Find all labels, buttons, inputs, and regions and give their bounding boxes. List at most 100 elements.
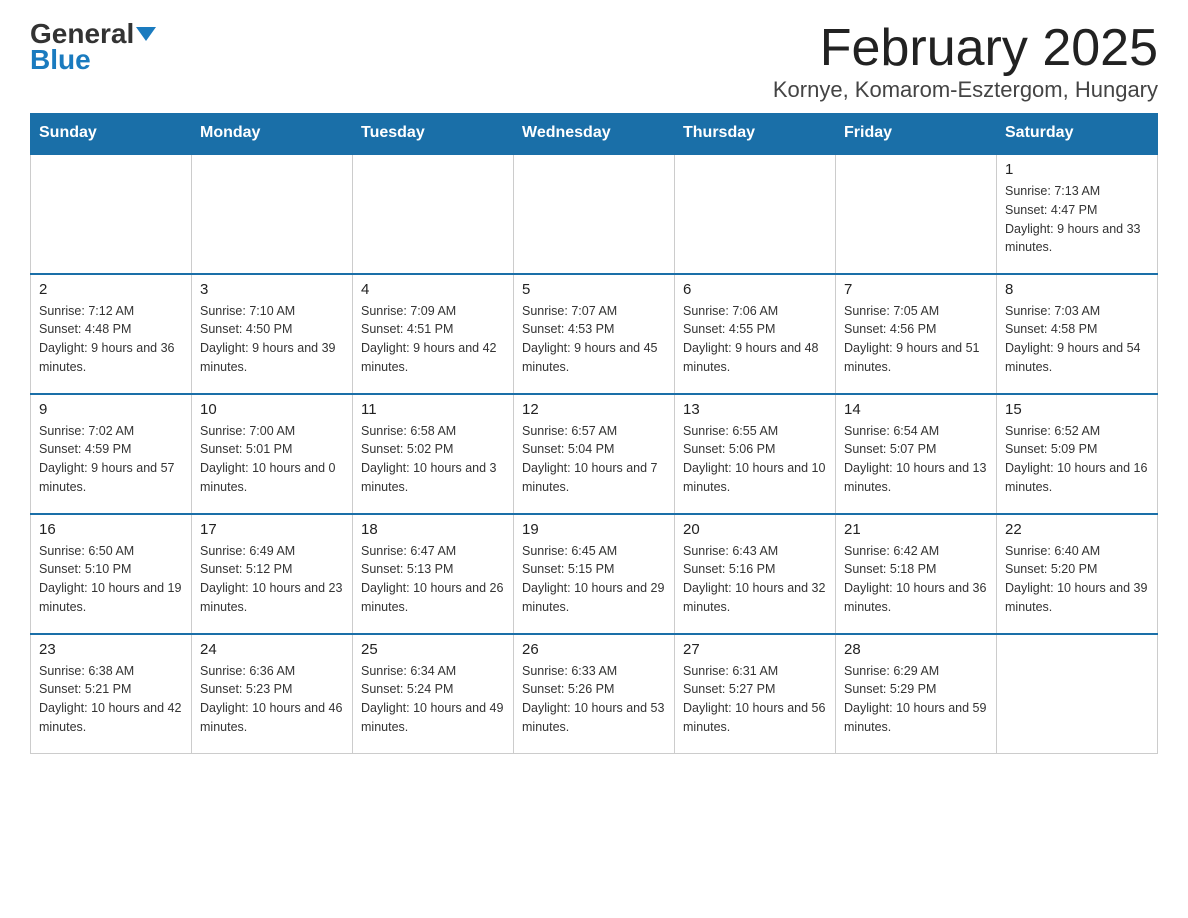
day-info: Sunrise: 6:38 AMSunset: 5:21 PMDaylight:… bbox=[39, 662, 183, 737]
day-number: 10 bbox=[200, 401, 344, 418]
day-number: 12 bbox=[522, 401, 666, 418]
dow-tuesday: Tuesday bbox=[353, 114, 514, 154]
day-number: 14 bbox=[844, 401, 988, 418]
day-info: Sunrise: 7:00 AMSunset: 5:01 PMDaylight:… bbox=[200, 422, 344, 497]
calendar-cell: 28 Sunrise: 6:29 AMSunset: 5:29 PMDayligh… bbox=[836, 634, 997, 754]
day-number: 28 bbox=[844, 641, 988, 658]
day-number: 15 bbox=[1005, 401, 1149, 418]
calendar-cell bbox=[31, 154, 192, 274]
calendar-week-5: 23 Sunrise: 6:38 AMSunset: 5:21 PMDayligh… bbox=[31, 634, 1158, 754]
day-info: Sunrise: 7:07 AMSunset: 4:53 PMDaylight:… bbox=[522, 302, 666, 377]
day-number: 26 bbox=[522, 641, 666, 658]
calendar-week-1: 1Sunrise: 7:13 AMSunset: 4:47 PMDaylight… bbox=[31, 154, 1158, 274]
calendar-cell: 18 Sunrise: 6:47 AMSunset: 5:13 PMDayligh… bbox=[353, 514, 514, 634]
calendar-cell: 17 Sunrise: 6:49 AMSunset: 5:12 PMDayligh… bbox=[192, 514, 353, 634]
day-info: Sunrise: 7:09 AMSunset: 4:51 PMDaylight:… bbox=[361, 302, 505, 377]
day-info: Sunrise: 7:10 AMSunset: 4:50 PMDaylight:… bbox=[200, 302, 344, 377]
calendar-body: 1Sunrise: 7:13 AMSunset: 4:47 PMDaylight… bbox=[31, 154, 1158, 754]
day-number: 4 bbox=[361, 281, 505, 298]
day-info: Sunrise: 6:54 AMSunset: 5:07 PMDaylight:… bbox=[844, 422, 988, 497]
day-info: Sunrise: 6:55 AMSunset: 5:06 PMDaylight:… bbox=[683, 422, 827, 497]
calendar-week-2: 2 Sunrise: 7:12 AMSunset: 4:48 PMDaylight… bbox=[31, 274, 1158, 394]
day-number: 24 bbox=[200, 641, 344, 658]
day-info: Sunrise: 7:05 AMSunset: 4:56 PMDaylight:… bbox=[844, 302, 988, 377]
calendar-cell: 21Sunrise: 6:42 AMSunset: 5:18 PMDayligh… bbox=[836, 514, 997, 634]
day-info: Sunrise: 7:02 AMSunset: 4:59 PMDaylight:… bbox=[39, 422, 183, 497]
calendar-week-3: 9 Sunrise: 7:02 AMSunset: 4:59 PMDaylight… bbox=[31, 394, 1158, 514]
day-info: Sunrise: 6:40 AMSunset: 5:20 PMDaylight:… bbox=[1005, 542, 1149, 617]
calendar-subtitle: Kornye, Komarom-Esztergom, Hungary bbox=[773, 77, 1158, 103]
day-info: Sunrise: 6:43 AMSunset: 5:16 PMDaylight:… bbox=[683, 542, 827, 617]
day-number: 6 bbox=[683, 281, 827, 298]
calendar-cell bbox=[675, 154, 836, 274]
logo-blue: Blue bbox=[30, 46, 91, 74]
day-number: 3 bbox=[200, 281, 344, 298]
calendar-cell: 7Sunrise: 7:05 AMSunset: 4:56 PMDaylight… bbox=[836, 274, 997, 394]
calendar-cell bbox=[192, 154, 353, 274]
calendar-cell: 11 Sunrise: 6:58 AMSunset: 5:02 PMDayligh… bbox=[353, 394, 514, 514]
day-info: Sunrise: 6:29 AMSunset: 5:29 PMDaylight:… bbox=[844, 662, 988, 737]
calendar-cell: 23 Sunrise: 6:38 AMSunset: 5:21 PMDayligh… bbox=[31, 634, 192, 754]
day-number: 2 bbox=[39, 281, 183, 298]
calendar-cell: 8 Sunrise: 7:03 AMSunset: 4:58 PMDaylight… bbox=[997, 274, 1158, 394]
calendar-cell: 4 Sunrise: 7:09 AMSunset: 4:51 PMDaylight… bbox=[353, 274, 514, 394]
day-number: 17 bbox=[200, 521, 344, 538]
day-info: Sunrise: 7:03 AMSunset: 4:58 PMDaylight:… bbox=[1005, 302, 1149, 377]
page-header: General Blue February 2025 Kornye, Komar… bbox=[30, 20, 1158, 103]
calendar-cell: 6 Sunrise: 7:06 AMSunset: 4:55 PMDaylight… bbox=[675, 274, 836, 394]
calendar-cell bbox=[997, 634, 1158, 754]
day-number: 23 bbox=[39, 641, 183, 658]
calendar-cell: 1Sunrise: 7:13 AMSunset: 4:47 PMDaylight… bbox=[997, 154, 1158, 274]
day-info: Sunrise: 6:36 AMSunset: 5:23 PMDaylight:… bbox=[200, 662, 344, 737]
day-number: 22 bbox=[1005, 521, 1149, 538]
day-number: 13 bbox=[683, 401, 827, 418]
calendar-cell: 3 Sunrise: 7:10 AMSunset: 4:50 PMDaylight… bbox=[192, 274, 353, 394]
day-info: Sunrise: 6:45 AMSunset: 5:15 PMDaylight:… bbox=[522, 542, 666, 617]
calendar-cell: 27Sunrise: 6:31 AMSunset: 5:27 PMDayligh… bbox=[675, 634, 836, 754]
logo-triangle-icon bbox=[136, 27, 156, 41]
day-info: Sunrise: 6:58 AMSunset: 5:02 PMDaylight:… bbox=[361, 422, 505, 497]
day-number: 1 bbox=[1005, 161, 1149, 178]
day-info: Sunrise: 6:50 AMSunset: 5:10 PMDaylight:… bbox=[39, 542, 183, 617]
calendar-cell: 19 Sunrise: 6:45 AMSunset: 5:15 PMDayligh… bbox=[514, 514, 675, 634]
logo: General Blue bbox=[30, 20, 156, 74]
day-number: 11 bbox=[361, 401, 505, 418]
day-info: Sunrise: 6:33 AMSunset: 5:26 PMDaylight:… bbox=[522, 662, 666, 737]
day-info: Sunrise: 6:47 AMSunset: 5:13 PMDaylight:… bbox=[361, 542, 505, 617]
day-number: 9 bbox=[39, 401, 183, 418]
calendar-cell bbox=[514, 154, 675, 274]
day-number: 20 bbox=[683, 521, 827, 538]
dow-wednesday: Wednesday bbox=[514, 114, 675, 154]
calendar-cell: 9 Sunrise: 7:02 AMSunset: 4:59 PMDaylight… bbox=[31, 394, 192, 514]
day-info: Sunrise: 6:34 AMSunset: 5:24 PMDaylight:… bbox=[361, 662, 505, 737]
calendar-cell: 14 Sunrise: 6:54 AMSunset: 5:07 PMDayligh… bbox=[836, 394, 997, 514]
dow-saturday: Saturday bbox=[997, 114, 1158, 154]
day-number: 5 bbox=[522, 281, 666, 298]
day-info: Sunrise: 7:06 AMSunset: 4:55 PMDaylight:… bbox=[683, 302, 827, 377]
day-info: Sunrise: 6:42 AMSunset: 5:18 PMDaylight:… bbox=[844, 542, 988, 617]
calendar-cell: 26 Sunrise: 6:33 AMSunset: 5:26 PMDayligh… bbox=[514, 634, 675, 754]
day-number: 27 bbox=[683, 641, 827, 658]
day-number: 19 bbox=[522, 521, 666, 538]
day-info: Sunrise: 7:12 AMSunset: 4:48 PMDaylight:… bbox=[39, 302, 183, 377]
day-info: Sunrise: 6:49 AMSunset: 5:12 PMDaylight:… bbox=[200, 542, 344, 617]
calendar-cell: 20 Sunrise: 6:43 AMSunset: 5:16 PMDayligh… bbox=[675, 514, 836, 634]
calendar-cell: 25 Sunrise: 6:34 AMSunset: 5:24 PMDayligh… bbox=[353, 634, 514, 754]
calendar-header: Sunday Monday Tuesday Wednesday Thursday… bbox=[31, 114, 1158, 154]
calendar-cell: 22 Sunrise: 6:40 AMSunset: 5:20 PMDayligh… bbox=[997, 514, 1158, 634]
day-number: 16 bbox=[39, 521, 183, 538]
day-info: Sunrise: 6:57 AMSunset: 5:04 PMDaylight:… bbox=[522, 422, 666, 497]
calendar-title: February 2025 bbox=[773, 20, 1158, 77]
dow-thursday: Thursday bbox=[675, 114, 836, 154]
calendar-cell: 13 Sunrise: 6:55 AMSunset: 5:06 PMDayligh… bbox=[675, 394, 836, 514]
day-number: 25 bbox=[361, 641, 505, 658]
calendar-table: Sunday Monday Tuesday Wednesday Thursday… bbox=[30, 113, 1158, 754]
calendar-cell bbox=[836, 154, 997, 274]
dow-sunday: Sunday bbox=[31, 114, 192, 154]
title-block: February 2025 Kornye, Komarom-Esztergom,… bbox=[773, 20, 1158, 103]
calendar-cell: 15Sunrise: 6:52 AMSunset: 5:09 PMDayligh… bbox=[997, 394, 1158, 514]
dow-friday: Friday bbox=[836, 114, 997, 154]
day-number: 18 bbox=[361, 521, 505, 538]
day-number: 8 bbox=[1005, 281, 1149, 298]
calendar-cell: 24 Sunrise: 6:36 AMSunset: 5:23 PMDayligh… bbox=[192, 634, 353, 754]
